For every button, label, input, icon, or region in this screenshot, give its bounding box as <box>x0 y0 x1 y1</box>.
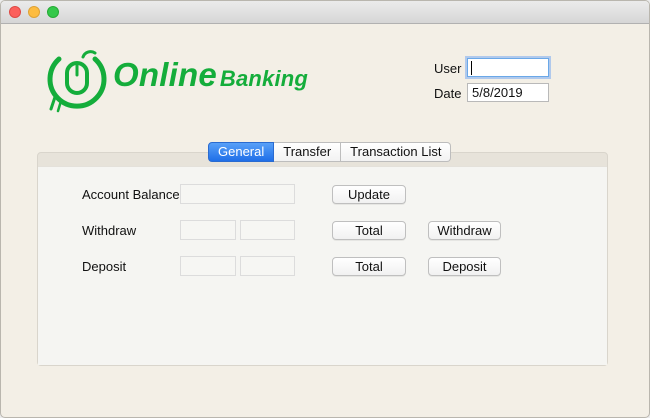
logo-online-text: Online <box>113 56 217 93</box>
withdraw-label: Withdraw <box>82 223 137 238</box>
deposit-button[interactable]: Deposit <box>428 257 501 276</box>
update-button[interactable]: Update <box>332 185 406 204</box>
withdraw-total-button[interactable]: Total <box>332 221 406 240</box>
title-bar <box>1 1 649 24</box>
text-caret <box>471 61 472 75</box>
account-balance-label: Account Balance <box>82 187 180 202</box>
account-balance-field <box>180 184 295 204</box>
deposit-label: Deposit <box>82 259 127 274</box>
minimize-window-button[interactable] <box>28 6 40 18</box>
withdraw-total-field <box>240 220 295 240</box>
deposit-total-field <box>240 256 295 276</box>
withdraw-button[interactable]: Withdraw <box>428 221 501 240</box>
date-label: Date <box>434 86 462 101</box>
withdraw-amount-input[interactable] <box>180 220 236 240</box>
deposit-amount-input[interactable] <box>180 256 236 276</box>
tab-bar: General Transfer Transaction List <box>208 142 452 162</box>
date-field[interactable]: 5/8/2019 <box>467 83 549 102</box>
close-window-button[interactable] <box>9 6 21 18</box>
deposit-total-button[interactable]: Total <box>332 257 406 276</box>
tab-general[interactable]: General <box>208 142 275 162</box>
mouse-circle-icon <box>47 50 107 113</box>
tab-transaction-list[interactable]: Transaction List <box>341 142 452 162</box>
zoom-window-button[interactable] <box>47 6 59 18</box>
logo-text: Online Banking <box>113 56 308 96</box>
user-input[interactable] <box>467 58 549 77</box>
tab-transfer[interactable]: Transfer <box>274 142 342 162</box>
logo-banking-text: Banking <box>219 66 309 91</box>
app-window: Online Banking User Date 5/8/2019 Genera… <box>0 0 650 418</box>
user-label: User <box>434 61 462 76</box>
